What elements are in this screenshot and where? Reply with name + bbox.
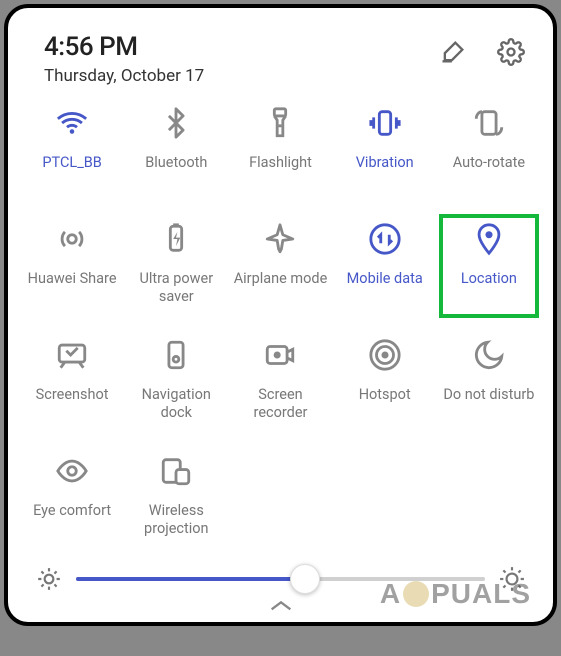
tile-label: Do not disturb: [443, 386, 534, 404]
tile-label: Screenshot: [36, 386, 109, 404]
tile-wifi[interactable]: PTCL_BB: [20, 106, 124, 196]
tile-autorotate[interactable]: Auto-rotate: [437, 106, 541, 196]
tiles-grid: PTCL_BB Bluetooth Flashlight Vibration Auto-…: [8, 98, 553, 544]
brightness-knob[interactable]: [290, 564, 320, 594]
brightness-slider[interactable]: [76, 577, 485, 581]
settings-gear-icon[interactable]: [497, 38, 525, 66]
tile-label: Airplane mode: [234, 270, 328, 288]
edit-icon[interactable]: [439, 38, 467, 66]
location-icon: [472, 222, 506, 256]
tile-label: Ultra power saver: [139, 270, 213, 306]
quick-settings-panel: 4:56 PM Thursday, October 17 PTCL_BB Blue…: [4, 4, 557, 626]
tile-label: Screen recorder: [254, 386, 308, 422]
wirelessproj-icon: [159, 454, 193, 488]
tile-label: Hotspot: [359, 386, 411, 404]
tile-label: Vibration: [356, 154, 414, 172]
tile-label: Location: [461, 270, 517, 288]
brightness-high-icon: [499, 566, 525, 592]
airplane-icon: [263, 222, 297, 256]
wifi-icon: [55, 106, 89, 140]
tile-label: Flashlight: [249, 154, 312, 172]
header: 4:56 PM Thursday, October 17: [8, 8, 553, 98]
huaweishare-icon: [55, 222, 89, 256]
tile-location[interactable]: Location: [437, 222, 541, 312]
tile-screenrec[interactable]: Screen recorder: [228, 338, 332, 428]
tile-label: PTCL_BB: [42, 154, 101, 172]
bluetooth-icon: [159, 106, 193, 140]
tile-wirelessproj[interactable]: Wireless projection: [124, 454, 228, 544]
brightness-low-icon: [36, 566, 62, 592]
autorotate-icon: [472, 106, 506, 140]
screenshot-icon: [55, 338, 89, 372]
brightness-slider-row: [8, 544, 553, 596]
tile-dnd[interactable]: Do not disturb: [437, 338, 541, 428]
tile-hotspot[interactable]: Hotspot: [333, 338, 437, 428]
tile-label: Huawei Share: [28, 270, 117, 288]
tile-vibration[interactable]: Vibration: [333, 106, 437, 196]
tile-screenshot[interactable]: Screenshot: [20, 338, 124, 428]
tile-label: Bluetooth: [145, 154, 207, 172]
date-text: Thursday, October 17: [44, 66, 204, 86]
dnd-icon: [472, 338, 506, 372]
expand-chevron[interactable]: [8, 596, 553, 614]
tile-flashlight[interactable]: Flashlight: [228, 106, 332, 196]
tile-label: Eye comfort: [33, 502, 111, 520]
tile-huaweishare[interactable]: Huawei Share: [20, 222, 124, 312]
vibration-icon: [368, 106, 402, 140]
clock-block: 4:56 PM Thursday, October 17: [44, 32, 204, 86]
ultrapower-icon: [159, 222, 193, 256]
tile-eyecomfort[interactable]: Eye comfort: [20, 454, 124, 544]
tile-label: Auto-rotate: [453, 154, 525, 172]
hotspot-icon: [368, 338, 402, 372]
tile-airplane[interactable]: Airplane mode: [228, 222, 332, 312]
eyecomfort-icon: [55, 454, 89, 488]
header-actions: [439, 38, 525, 66]
tile-label: Mobile data: [347, 270, 423, 288]
flashlight-icon: [263, 106, 297, 140]
tile-navdock[interactable]: Navigation dock: [124, 338, 228, 428]
tile-mobiledata[interactable]: Mobile data: [333, 222, 437, 312]
tile-ultrapower[interactable]: Ultra power saver: [124, 222, 228, 312]
tile-label: Navigation dock: [142, 386, 211, 422]
tile-bluetooth[interactable]: Bluetooth: [124, 106, 228, 196]
navdock-icon: [159, 338, 193, 372]
screenrec-icon: [263, 338, 297, 372]
tile-label: Wireless projection: [144, 502, 208, 538]
mobiledata-icon: [368, 222, 402, 256]
time-text: 4:56 PM: [44, 32, 204, 62]
